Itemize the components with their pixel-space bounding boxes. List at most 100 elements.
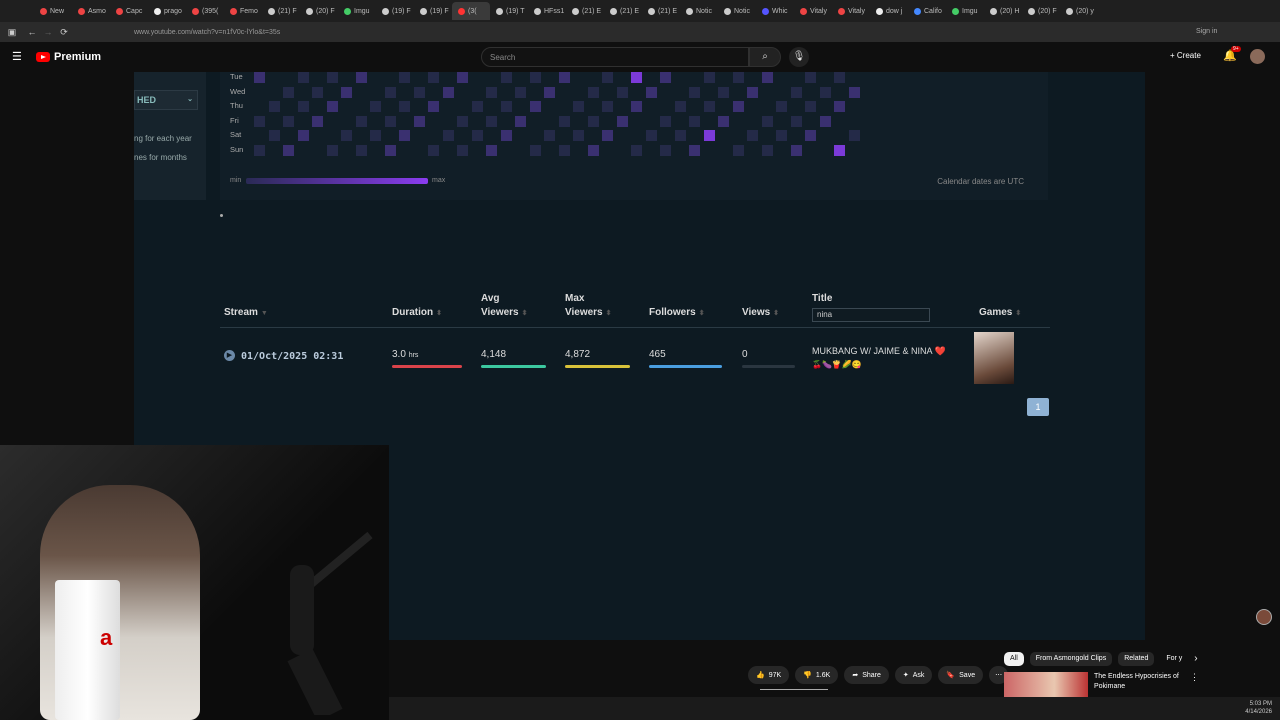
sidebar-toggle-icon[interactable]: ▣ <box>6 27 18 38</box>
heatmap-cell[interactable] <box>718 86 729 98</box>
browser-tab[interactable]: (19) F <box>376 2 414 20</box>
recommended-title[interactable]: The Endless Hypocrisies of Pokimane <box>1094 672 1184 692</box>
browser-tab[interactable]: (21) E <box>604 2 642 20</box>
heatmap-cell[interactable] <box>471 130 483 141</box>
heatmap-cell[interactable] <box>544 130 555 141</box>
heatmap-cell[interactable] <box>428 144 439 156</box>
col-duration[interactable]: Duration ⬍ <box>392 306 442 321</box>
heatmap-cell[interactable] <box>471 101 483 112</box>
browser-tab[interactable]: (395( <box>186 2 224 20</box>
heatmap-cell[interactable] <box>819 115 831 127</box>
like-button[interactable]: 👍 97K <box>748 666 790 684</box>
heatmap-cell[interactable] <box>587 144 599 156</box>
heatmap-cell[interactable] <box>631 72 642 83</box>
search-input[interactable]: Search <box>481 47 749 67</box>
chip-for-you[interactable]: For y <box>1160 652 1188 666</box>
reload-icon[interactable]: ⟳ <box>58 27 70 38</box>
heatmap-cell[interactable] <box>631 144 642 156</box>
heatmap-cell[interactable] <box>442 86 454 98</box>
forward-icon[interactable]: → <box>42 27 54 37</box>
browser-tab[interactable]: Notic <box>718 2 756 20</box>
heatmap-cell[interactable] <box>674 101 686 112</box>
voice-search-icon[interactable]: 🎙 <box>789 47 809 67</box>
heatmap-cell[interactable] <box>355 144 367 156</box>
browser-tab[interactable]: Califo <box>908 2 946 20</box>
col-followers[interactable]: Followers ⬍ <box>649 306 705 321</box>
dislike-button[interactable]: 👎 1.6K <box>795 666 839 684</box>
heatmap-cell[interactable] <box>370 130 381 141</box>
heatmap-cell[interactable] <box>776 130 787 141</box>
heatmap-cell[interactable] <box>384 144 396 156</box>
heatmap-cell[interactable] <box>689 86 700 98</box>
heatmap-cell[interactable] <box>254 115 265 127</box>
browser-tab[interactable]: (21) F <box>262 2 300 20</box>
heatmap-cell[interactable] <box>790 144 802 156</box>
heatmap-cell[interactable] <box>602 101 613 112</box>
browser-tab[interactable]: prago <box>148 2 186 20</box>
stream-date[interactable]: 01/Oct/2025 02:31 <box>241 351 343 362</box>
recommended-video[interactable]: The Endless Hypocrisies of Pokimane ⋮ <box>1004 672 1199 698</box>
chevron-right-icon[interactable]: › <box>1194 652 1197 666</box>
col-stream[interactable]: Stream ▼ <box>224 306 268 321</box>
heatmap-cell[interactable] <box>297 101 309 112</box>
heatmap-cell[interactable] <box>790 86 802 98</box>
heatmap-cell[interactable] <box>254 72 265 83</box>
heatmap-cell[interactable] <box>297 72 309 83</box>
heatmap-cell[interactable] <box>399 130 410 141</box>
heatmap-cell[interactable] <box>529 72 541 83</box>
ask-button[interactable]: ✦ Ask <box>894 666 933 684</box>
heatmap-cell[interactable] <box>616 115 628 127</box>
heatmap-cell[interactable] <box>529 144 541 156</box>
browser-tab[interactable]: (21) E <box>566 2 604 20</box>
browser-tab[interactable]: (20) H <box>984 2 1022 20</box>
heatmap-cell[interactable] <box>457 115 468 127</box>
heatmap-cell[interactable] <box>486 86 497 98</box>
share-button[interactable]: ➦ Share <box>844 666 889 684</box>
heatmap-cell[interactable] <box>805 101 816 112</box>
heatmap-cell[interactable] <box>500 101 512 112</box>
heatmap-cell[interactable] <box>500 130 512 141</box>
browser-tab[interactable]: (19) F <box>414 2 452 20</box>
heatmap-cell[interactable] <box>645 86 657 98</box>
heatmap-cell[interactable] <box>660 115 671 127</box>
chip-all[interactable]: All <box>1004 652 1024 666</box>
chip-related[interactable]: Related <box>1118 652 1155 666</box>
heatmap-cell[interactable] <box>428 101 439 112</box>
heatmap-cell[interactable] <box>283 86 294 98</box>
heatmap-cell[interactable] <box>689 144 700 156</box>
youtube-logo[interactable]: Premium <box>36 51 101 63</box>
chip-from-channel[interactable]: From Asmongold Clips <box>1029 652 1113 666</box>
avatar[interactable] <box>1250 49 1265 64</box>
heatmap-cell[interactable] <box>326 72 338 83</box>
heatmap-cell[interactable] <box>790 115 802 127</box>
heatmap-cell[interactable] <box>732 101 744 112</box>
heatmap-cell[interactable] <box>761 144 773 156</box>
browser-tab[interactable]: (3( <box>452 2 490 20</box>
heatmap-cell[interactable] <box>747 130 758 141</box>
heatmap-cell[interactable] <box>355 115 367 127</box>
heatmap-cell[interactable] <box>515 86 526 98</box>
heatmap-cell[interactable] <box>486 115 497 127</box>
heatmap-cell[interactable] <box>283 144 294 156</box>
more-vert-icon[interactable]: ⋮ <box>1190 672 1199 683</box>
heatmap-cell[interactable] <box>326 144 338 156</box>
heatmap-cell[interactable] <box>703 101 715 112</box>
heatmap-cell[interactable] <box>616 86 628 98</box>
create-button[interactable]: + Create <box>1170 51 1201 60</box>
heatmap-cell[interactable] <box>297 130 309 141</box>
heatmap-cell[interactable] <box>573 130 584 141</box>
recommended-thumbnail[interactable] <box>1004 672 1088 698</box>
save-button[interactable]: 🔖 Save <box>938 666 984 684</box>
browser-tab[interactable]: Asmo <box>72 2 110 20</box>
game-thumbnail[interactable] <box>974 332 1014 384</box>
heatmap-cell[interactable] <box>631 101 642 112</box>
url-text[interactable]: www.youtube.com/watch?v=n1fV0c-lYlo&t=35… <box>134 29 280 36</box>
heatmap-cell[interactable] <box>384 115 396 127</box>
back-icon[interactable]: ← <box>26 27 38 37</box>
heatmap-cell[interactable] <box>703 130 715 141</box>
heatmap-cell[interactable] <box>399 72 410 83</box>
heatmap-cell[interactable] <box>312 115 323 127</box>
signin-link[interactable]: Sign in <box>1196 28 1217 35</box>
heatmap-cell[interactable] <box>805 72 816 83</box>
heatmap-cell[interactable] <box>761 115 773 127</box>
